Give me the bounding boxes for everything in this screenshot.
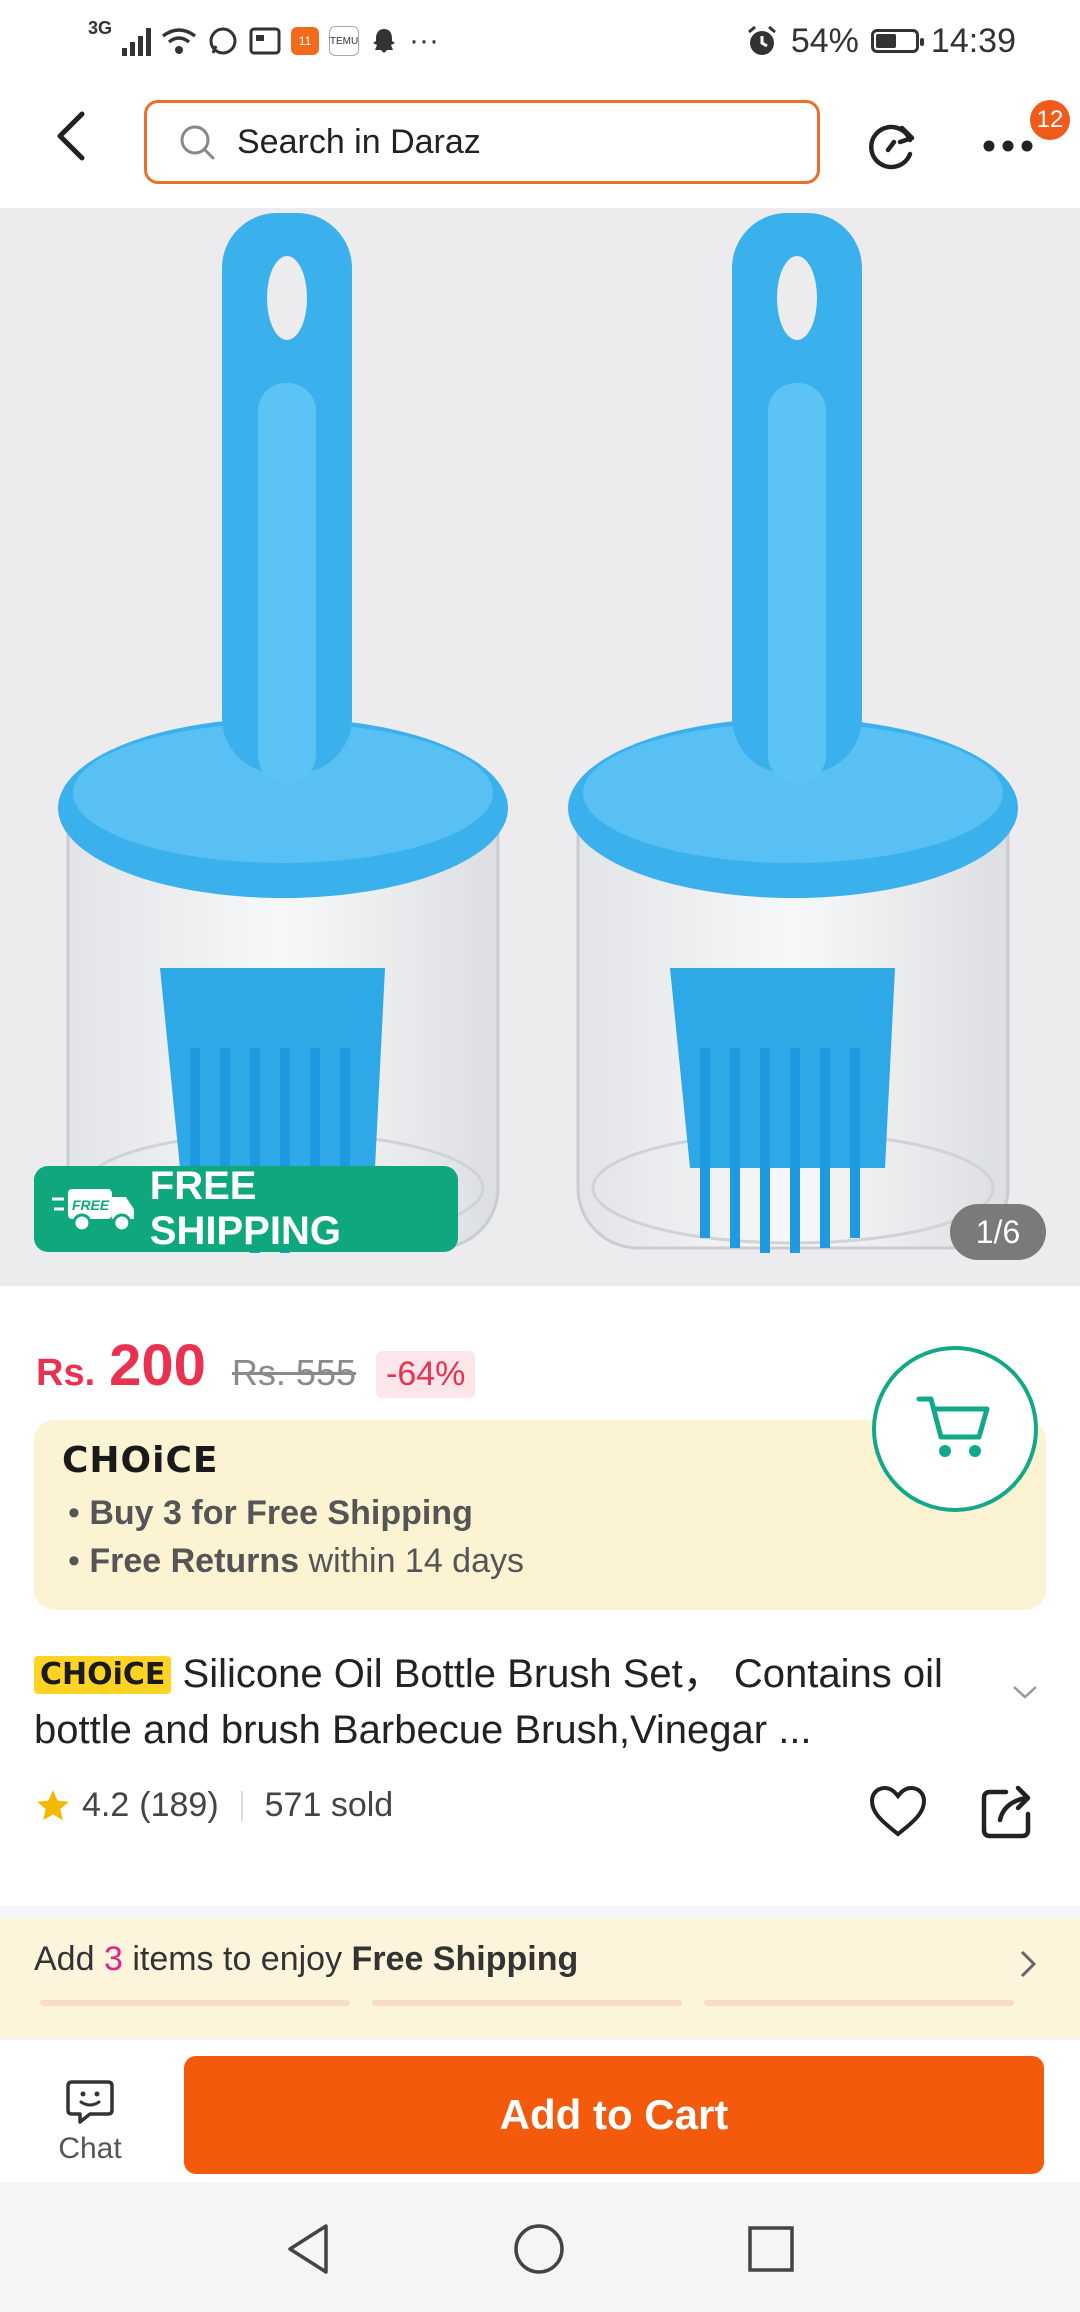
- wifi-icon: [161, 28, 197, 54]
- promo-middle: items to enjoy: [132, 1940, 343, 1978]
- rating-score: 4.2: [82, 1786, 130, 1824]
- cart-icon: [916, 1396, 990, 1457]
- promo-count: 3: [103, 1940, 123, 1978]
- rating-row[interactable]: 4.2 (189) 571 sold: [34, 1786, 393, 1825]
- benefit-free-shipping-text: Buy 3 for Free Shipping: [89, 1494, 473, 1532]
- free-shipping-label: FREE SHIPPING: [149, 1164, 341, 1253]
- product-image: [58, 213, 1018, 1253]
- product-title-text: Silicone Oil Bottle Brush Set， Contains …: [34, 1652, 943, 1752]
- back-arrow-icon: [57, 111, 85, 161]
- system-navigation-bar: [0, 2182, 1080, 2312]
- notification-badge: 12: [1030, 100, 1070, 140]
- clock: 14:39: [930, 21, 1016, 60]
- product-title: CHOiCE Silicone Oil Bottle Brush Set， Co…: [34, 1646, 994, 1758]
- benefit-free-shipping: • Buy 3 for Free Shipping: [68, 1494, 473, 1532]
- whatsapp-icon: [209, 27, 237, 55]
- image-counter: 1/6: [950, 1204, 1046, 1260]
- share-button[interactable]: [976, 1780, 1040, 1844]
- chat-label: Chat: [58, 2132, 122, 2165]
- bottom-action-bar: Chat Add to Cart: [0, 2040, 1080, 2182]
- signal-icon: [122, 26, 152, 56]
- sold-count: 571 sold: [264, 1786, 394, 1824]
- status-icons-left: 3G 11 TEMU ···: [88, 18, 439, 64]
- search-icon: [180, 125, 215, 160]
- delivery-truck-icon: FREE: [52, 1189, 134, 1233]
- refresh-button[interactable]: [860, 114, 924, 178]
- status-bar: 3G 11 TEMU ··· 54% 14:39: [0, 0, 1080, 82]
- shopping-app-icon: 11: [291, 27, 320, 55]
- battery-percent: 54%: [790, 21, 859, 60]
- free-tag-text: FREE: [72, 1197, 110, 1213]
- rating-count: (189): [139, 1786, 219, 1824]
- chat-button[interactable]: Chat: [36, 2076, 144, 2176]
- price-original: Rs. 555: [231, 1352, 356, 1393]
- temu-app-icon: TEMU: [329, 26, 360, 56]
- chat-icon: [66, 2080, 114, 2124]
- choice-tag: CHOiCE: [34, 1656, 172, 1694]
- wishlist-button[interactable]: [866, 1780, 930, 1844]
- header: 12: [0, 82, 1080, 208]
- snapchat-icon: [373, 29, 396, 53]
- discount-badge: -64%: [376, 1351, 476, 1398]
- battery-icon: [870, 29, 924, 53]
- promo-prefix: Add: [34, 1940, 95, 1978]
- promo-progress-seg: [704, 2000, 1014, 2006]
- add-to-cart-fab[interactable]: [872, 1346, 1038, 1512]
- product-image-gallery[interactable]: FREE FREE SHIPPING 1/6: [0, 208, 1080, 1286]
- free-shipping-promo-banner[interactable]: Add 3 items to enjoy Free Shipping: [0, 1918, 1080, 2038]
- brush-jar-right: [568, 213, 1018, 1253]
- choice-logo: CHOiCE: [62, 1440, 219, 1481]
- status-icons-right: 54% 14:39: [745, 18, 1016, 64]
- share-icon: [981, 1785, 1031, 1839]
- promo-text: Add 3 items to enjoy Free Shipping: [34, 1940, 578, 1979]
- more-dots-icon: [983, 140, 1033, 152]
- price-current: 200: [109, 1333, 206, 1398]
- price-currency: Rs.: [36, 1352, 96, 1394]
- chevron-right-icon: [1020, 1950, 1037, 1978]
- network-type: 3G: [88, 18, 113, 38]
- product-info-section: Rs. 200 Rs. 555 -64% CHOiCE • Buy 3 for …: [0, 1286, 1080, 1906]
- back-button[interactable]: [40, 104, 104, 168]
- expand-title-icon[interactable]: [1010, 1682, 1040, 1702]
- nav-back-icon[interactable]: [284, 2222, 334, 2276]
- heart-icon: [869, 1785, 927, 1837]
- price-row: Rs. 200 Rs. 555 -64%: [36, 1332, 476, 1399]
- promo-progress-seg: [40, 2000, 350, 2006]
- nav-home-icon[interactable]: [512, 2222, 566, 2276]
- star-icon: [37, 1789, 69, 1820]
- brush-jar-left: [58, 213, 508, 1253]
- promo-progress-seg: [372, 2000, 682, 2006]
- more-notifications-icon: ···: [409, 24, 439, 57]
- promo-bold: Free Shipping: [351, 1940, 579, 1978]
- search-input[interactable]: [235, 121, 779, 163]
- alarm-icon: [747, 25, 776, 55]
- benefit-free-returns: • Free Returns within 14 days: [68, 1542, 525, 1580]
- gallery-app-icon: [249, 27, 281, 55]
- search-box[interactable]: [144, 100, 820, 184]
- refresh-icon: [869, 124, 915, 170]
- add-to-cart-button[interactable]: Add to Cart: [184, 2056, 1044, 2174]
- benefit-free-returns-rest: within 14 days: [308, 1542, 525, 1580]
- nav-recents-icon[interactable]: [746, 2224, 796, 2274]
- benefit-free-returns-bold: Free Returns: [89, 1542, 300, 1580]
- free-shipping-badge: FREE FREE SHIPPING: [34, 1164, 458, 1253]
- divider: [240, 1790, 243, 1821]
